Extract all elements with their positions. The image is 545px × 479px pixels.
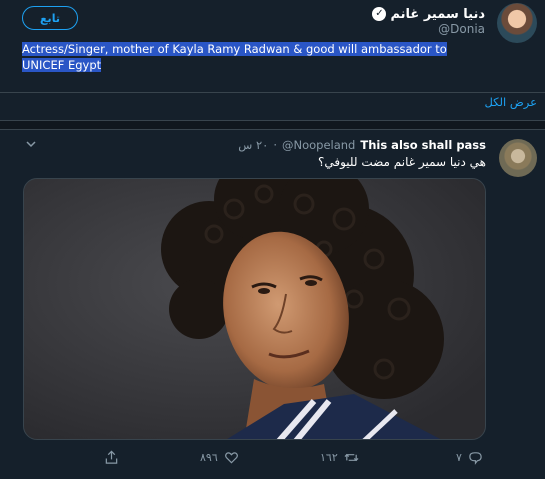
retweet-count: ١٦٢ bbox=[320, 450, 338, 464]
share-action[interactable] bbox=[104, 448, 119, 466]
tweet-header: This also shall pass @Noopeland · ٢٠ س bbox=[238, 137, 486, 153]
tweet-timestamp[interactable]: ٢٠ س bbox=[238, 138, 268, 152]
profile-name-row: دنيا سمير غانم ✓ bbox=[372, 5, 485, 23]
tweet-action-bar: ٧ ١٦٢ ٨٩٦ bbox=[0, 448, 545, 468]
tweet-text: هي دنيا سمير غانم مضت لليوفي؟ bbox=[317, 155, 486, 169]
like-action[interactable]: ٨٩٦ bbox=[200, 448, 239, 466]
profile-bio-text: Actress/Singer, mother of Kayla Ramy Rad… bbox=[22, 42, 447, 72]
show-all-link[interactable]: عرض الكل bbox=[484, 95, 537, 109]
profile-card: دنيا سمير غانم ✓ @Donia تابع Actress/Sin… bbox=[0, 0, 545, 93]
retweet-icon[interactable] bbox=[344, 450, 359, 465]
profile-avatar[interactable] bbox=[497, 3, 537, 43]
tweet-photo bbox=[24, 179, 485, 439]
like-count: ٨٩٦ bbox=[200, 450, 218, 464]
chevron-down-icon[interactable] bbox=[24, 137, 38, 151]
tweet-author-handle[interactable]: @Noopeland bbox=[282, 138, 355, 152]
tweet-author-name[interactable]: This also shall pass bbox=[360, 138, 486, 152]
profile-bio: Actress/Singer, mother of Kayla Ramy Rad… bbox=[22, 41, 492, 73]
profile-handle[interactable]: @Donia bbox=[438, 22, 485, 36]
tweet-meta-separator: · bbox=[273, 138, 277, 152]
follow-button[interactable]: تابع bbox=[22, 6, 78, 30]
reply-icon[interactable] bbox=[468, 450, 483, 465]
reply-action[interactable]: ٧ bbox=[456, 448, 483, 466]
reply-count: ٧ bbox=[456, 450, 462, 464]
retweet-action[interactable]: ١٦٢ bbox=[320, 448, 359, 466]
heart-icon[interactable] bbox=[224, 450, 239, 465]
tweet-media-image[interactable] bbox=[23, 178, 486, 440]
profile-display-name[interactable]: دنيا سمير غانم bbox=[390, 7, 485, 22]
share-icon[interactable] bbox=[104, 450, 119, 465]
tweet-author-avatar[interactable] bbox=[499, 139, 537, 177]
verified-badge-icon: ✓ bbox=[372, 7, 387, 21]
app-root: دنيا سمير غانم ✓ @Donia تابع Actress/Sin… bbox=[0, 0, 545, 479]
section-divider bbox=[0, 120, 545, 130]
